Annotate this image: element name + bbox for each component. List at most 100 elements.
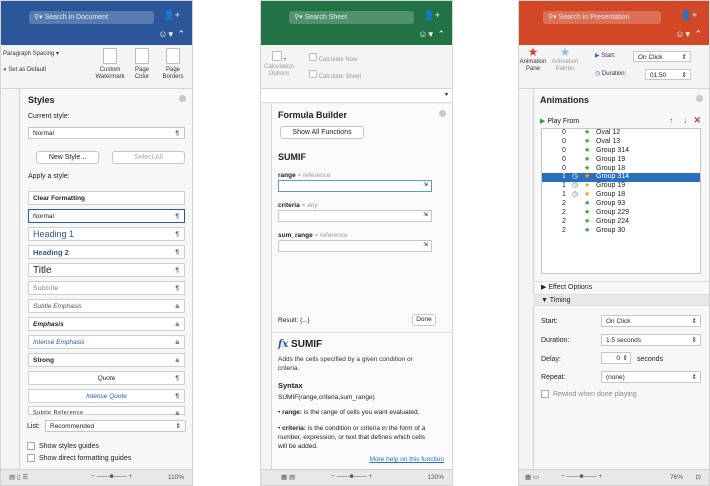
select-all-button[interactable]: Select All	[112, 151, 185, 164]
excel-ribbon: ▾ Calculation Options Calculate Now Calc…	[261, 45, 452, 89]
more-help-link[interactable]: More help on this function	[370, 456, 444, 463]
style-item[interactable]: Subtle Emphasis a	[28, 299, 185, 313]
close-icon[interactable]	[696, 95, 703, 102]
ppt-search-input[interactable]: ⚲▾ Search in Presentation	[543, 11, 661, 24]
feedback-smiley-icon[interactable]: ☺▾ ⌃	[158, 29, 186, 40]
view-mode-icons[interactable]: ▦ ▤	[281, 473, 295, 481]
style-item[interactable]: Title ¶	[28, 263, 185, 277]
zoom-slider[interactable]: − ——■—— +	[331, 473, 372, 480]
criteria-input[interactable]: ⇲	[278, 210, 432, 222]
new-style-button[interactable]: New Style...	[36, 151, 99, 164]
style-item[interactable]: Strong a	[28, 353, 185, 367]
zoom-level: 76%	[669, 474, 683, 481]
green-star-icon: ★	[584, 146, 591, 154]
rewind-checkbox[interactable]	[541, 390, 549, 398]
add-people-icon[interactable]: 👤+	[681, 10, 697, 21]
show-styles-guides-option[interactable]: Show styles guides	[27, 442, 99, 450]
style-item[interactable]: Heading 1 ¶	[28, 227, 185, 241]
style-item-label: Quote	[97, 375, 116, 382]
animation-list-item[interactable]: 1 ◷ ★ Group 18	[542, 191, 700, 200]
animation-list-item[interactable]: 0 ★ Group 19	[542, 156, 700, 165]
page-borders-button[interactable]: Page Borders	[159, 48, 187, 81]
sum-range-select-icon[interactable]: ⇲	[423, 242, 428, 249]
formula-bar[interactable]: ▾	[261, 89, 452, 103]
sum-range-input[interactable]: ⇲	[278, 240, 432, 252]
animation-list-item[interactable]: 2 ★ Group 30	[542, 227, 700, 236]
add-people-icon[interactable]: 👤+	[164, 10, 180, 21]
fit-to-window-icon[interactable]: ⊡	[696, 473, 701, 481]
set-as-default-button[interactable]: ● Set as Default	[3, 67, 46, 74]
style-type-mark: a	[175, 357, 179, 364]
move-down-icon[interactable]: ↓	[683, 116, 687, 125]
style-item[interactable]: Subtitle ¶	[28, 281, 185, 295]
excel-search-input[interactable]: ⚲▾ Search Sheet	[289, 11, 414, 24]
show-styles-guides-checkbox[interactable]	[27, 442, 35, 450]
updown-icon: ⇕	[691, 337, 697, 344]
style-item[interactable]: Intense Quote ¶	[28, 389, 185, 403]
animation-list-item[interactable]: 0 ★ Oval 13	[542, 138, 700, 147]
stepper-icon[interactable]: ⇕	[623, 355, 628, 362]
feedback-smiley-icon[interactable]: ☺▾ ⌃	[418, 29, 446, 40]
calculation-options-button[interactable]: ▾ Calculation Options	[264, 51, 294, 78]
animation-target-name: Group 18	[596, 191, 626, 199]
zoom-slider[interactable]: − ——■—— +	[561, 473, 602, 480]
move-up-icon[interactable]: ↑	[669, 116, 673, 125]
remove-icon[interactable]: ✕	[693, 115, 701, 126]
range-select-icon[interactable]: ⇲	[423, 182, 428, 189]
green-star-icon: ★	[584, 129, 591, 136]
animation-list-item[interactable]: 0 ★ Group 18	[542, 165, 700, 174]
style-item[interactable]: Intense Emphasis a	[28, 335, 185, 349]
style-item[interactable]: Heading 2 ¶	[28, 245, 185, 259]
animation-painter-button[interactable]: ★ Animation Painter	[549, 46, 581, 73]
style-type-mark: ¶	[175, 285, 179, 292]
divider	[272, 332, 452, 333]
timing-section[interactable]: ▼ Timing	[533, 294, 709, 306]
style-item[interactable]: Subtle Reference a	[28, 406, 185, 417]
animation-list-item[interactable]: 0 ★ Group 314	[542, 147, 700, 156]
show-all-functions-button[interactable]: Show All Functions	[280, 126, 364, 139]
done-button[interactable]: Done	[412, 314, 436, 326]
view-mode-icons[interactable]: ▤ ▯ ☰	[9, 473, 28, 481]
show-direct-formatting-checkbox[interactable]	[27, 454, 35, 462]
custom-watermark-button[interactable]: Custom Watermark	[94, 48, 126, 81]
rewind-option[interactable]: Rewind when done playing	[541, 390, 637, 398]
animation-list-item[interactable]: 2 ★ Group 229	[542, 209, 700, 218]
calculate-sheet-button[interactable]: Calculate Sheet	[309, 70, 361, 81]
close-icon[interactable]	[179, 95, 186, 102]
page-color-button[interactable]: Page Color	[130, 48, 154, 81]
zoom-slider[interactable]: − ——■—— +	[91, 473, 132, 480]
timing-start-select[interactable]: On Click ⇕	[601, 315, 701, 327]
word-search-input[interactable]: ⚲▾ Search in Document	[29, 11, 154, 24]
close-icon[interactable]	[439, 110, 446, 117]
ribbon-start-select[interactable]: On Click ⇕	[633, 51, 691, 62]
add-people-icon[interactable]: 👤+	[424, 10, 440, 21]
animation-list-item[interactable]: 0 ★ Oval 12	[542, 129, 700, 138]
style-item[interactable]: Emphasis a	[28, 317, 185, 331]
timing-delay-input[interactable]: 0 ⇕	[601, 352, 631, 364]
play-from-button[interactable]: ▶ Play From	[540, 117, 579, 125]
style-item-label: Subtitle	[33, 285, 59, 292]
style-item[interactable]: Quote ¶	[28, 371, 185, 385]
animation-list-item[interactable]: 1 ◷ ★ Group 314	[542, 173, 700, 183]
timing-repeat-select[interactable]: (none) ⇕	[601, 371, 701, 383]
animation-target-name: Group 314	[596, 146, 630, 154]
ribbon-duration-input[interactable]: 01.50 ⇕	[645, 69, 691, 80]
stepper-icon[interactable]: ⇕	[682, 72, 687, 79]
animation-list-item[interactable]: 2 ★ Group 93	[542, 200, 700, 209]
feedback-smiley-icon[interactable]: ☺▾ ⌃	[675, 29, 703, 40]
animation-pane-button[interactable]: ★ Animation Pane	[519, 46, 547, 73]
animation-list-item[interactable]: 2 ★ Group 224	[542, 218, 700, 227]
style-item[interactable]: Clear Formatting	[28, 191, 185, 205]
calculate-now-button[interactable]: Calculate Now	[309, 53, 357, 64]
effect-options-section[interactable]: ▶ Effect Options	[533, 281, 709, 293]
range-input[interactable]: ⇲	[278, 180, 432, 192]
paragraph-spacing-button[interactable]: Paragraph Spacing ▾	[3, 51, 59, 58]
show-direct-formatting-option[interactable]: Show direct formatting guides	[27, 454, 131, 462]
animation-list-item[interactable]: 1 ◷ ★ Group 19	[542, 182, 700, 191]
view-mode-icons[interactable]: ▦ ▭	[525, 473, 539, 481]
dropdown-arrow-icon[interactable]: ▾	[445, 91, 448, 98]
timing-duration-select[interactable]: 1.5 seconds ⇕	[601, 334, 701, 346]
criteria-select-icon[interactable]: ⇲	[423, 212, 428, 219]
style-item[interactable]: Normal ¶	[28, 209, 185, 223]
list-select[interactable]: Recommended ⇕	[45, 420, 186, 432]
